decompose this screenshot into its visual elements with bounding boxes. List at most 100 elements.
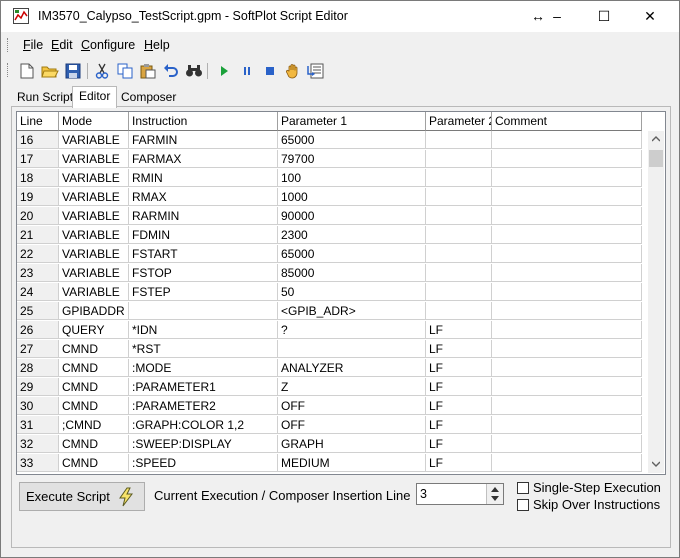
cell-parameter-1[interactable]: 50 bbox=[278, 283, 426, 301]
cell-mode[interactable]: VARIABLE bbox=[59, 245, 129, 263]
cell-parameter-2[interactable] bbox=[426, 169, 492, 187]
tab-composer[interactable]: Composer bbox=[115, 88, 182, 106]
scroll-up-icon[interactable] bbox=[652, 136, 660, 142]
skip-over-checkbox[interactable] bbox=[517, 499, 529, 511]
cell-parameter-2[interactable]: LF bbox=[426, 454, 492, 472]
table-row[interactable]: 22 VARIABLE FSTART 65000 bbox=[17, 245, 642, 264]
spin-up-icon[interactable] bbox=[491, 487, 499, 492]
cell-parameter-1[interactable]: 2300 bbox=[278, 226, 426, 244]
copy-icon[interactable] bbox=[115, 61, 135, 81]
cell-instruction[interactable]: *RST bbox=[129, 340, 278, 358]
column-header-parameter-1[interactable]: Parameter 1 bbox=[278, 112, 426, 131]
cell-line[interactable]: 33 bbox=[17, 454, 59, 472]
cell-parameter-2[interactable] bbox=[426, 283, 492, 301]
cell-comment[interactable] bbox=[492, 150, 642, 168]
table-row[interactable]: 29 CMND:PARAMETER1 Z LF bbox=[17, 378, 642, 397]
table-row[interactable]: 33 CMND:SPEED MEDIUM LF bbox=[17, 454, 642, 473]
undo-icon[interactable] bbox=[161, 61, 181, 81]
cell-line[interactable]: 17 bbox=[17, 150, 59, 168]
stop-icon[interactable] bbox=[260, 61, 280, 81]
cell-comment[interactable] bbox=[492, 226, 642, 244]
cell-mode[interactable]: CMND bbox=[59, 397, 129, 415]
paste-icon[interactable] bbox=[138, 61, 158, 81]
new-file-icon[interactable] bbox=[17, 61, 37, 81]
cell-comment[interactable] bbox=[492, 131, 642, 149]
cell-instruction[interactable]: RMIN bbox=[129, 169, 278, 187]
table-row[interactable]: 27 CMND *RST LF bbox=[17, 340, 642, 359]
tab-editor[interactable]: Editor bbox=[72, 86, 118, 108]
cell-parameter-2[interactable] bbox=[426, 131, 492, 149]
cell-comment[interactable] bbox=[492, 359, 642, 377]
cell-comment[interactable] bbox=[492, 207, 642, 225]
step-icon[interactable] bbox=[306, 61, 326, 81]
cell-mode[interactable]: CMND bbox=[59, 359, 129, 377]
cell-parameter-2[interactable]: LF bbox=[426, 397, 492, 415]
cell-parameter-2[interactable] bbox=[426, 264, 492, 282]
cell-comment[interactable] bbox=[492, 245, 642, 263]
cell-line[interactable]: 23 bbox=[17, 264, 59, 282]
cell-mode[interactable]: VARIABLE bbox=[59, 150, 129, 168]
cell-comment[interactable] bbox=[492, 397, 642, 415]
column-header-line[interactable]: Line bbox=[17, 112, 59, 131]
insertion-line-input[interactable]: 3 bbox=[416, 483, 504, 505]
close-button[interactable]: ✕ bbox=[627, 1, 673, 32]
menu-help[interactable]: Help bbox=[144, 38, 170, 52]
menu-file[interactable]: File bbox=[23, 38, 43, 52]
cell-parameter-2[interactable]: LF bbox=[426, 321, 492, 339]
cell-line[interactable]: 32 bbox=[17, 435, 59, 453]
cell-instruction[interactable]: :SPEED bbox=[129, 454, 278, 472]
tab-run-script[interactable]: Run Script bbox=[11, 88, 79, 106]
cell-parameter-1[interactable]: OFF bbox=[278, 397, 426, 415]
column-header-mode[interactable]: Mode bbox=[59, 112, 129, 131]
cell-instruction[interactable]: RARMIN bbox=[129, 207, 278, 225]
table-row[interactable]: 21 VARIABLE FDMIN 2300 bbox=[17, 226, 642, 245]
cell-comment[interactable] bbox=[492, 302, 642, 320]
open-folder-icon[interactable] bbox=[40, 61, 60, 81]
cut-icon[interactable] bbox=[92, 61, 112, 81]
cell-mode[interactable]: VARIABLE bbox=[59, 131, 129, 149]
cell-line[interactable]: 27 bbox=[17, 340, 59, 358]
run-icon[interactable] bbox=[214, 61, 234, 81]
cell-parameter-2[interactable] bbox=[426, 226, 492, 244]
table-row[interactable]: 24 VARIABLE FSTEP 50 bbox=[17, 283, 642, 302]
cell-line[interactable]: 20 bbox=[17, 207, 59, 225]
cell-instruction[interactable]: FSTART bbox=[129, 245, 278, 263]
cell-mode[interactable]: QUERY bbox=[59, 321, 129, 339]
cell-parameter-1[interactable]: 1000 bbox=[278, 188, 426, 206]
table-row[interactable]: 23 VARIABLE FSTOP 85000 bbox=[17, 264, 642, 283]
cell-mode[interactable]: VARIABLE bbox=[59, 169, 129, 187]
cell-instruction[interactable]: :PARAMETER2 bbox=[129, 397, 278, 415]
table-row[interactable]: 20 VARIABLE RARMIN 90000 bbox=[17, 207, 642, 226]
spin-down-icon[interactable] bbox=[491, 496, 499, 501]
cell-instruction[interactable]: FARMIN bbox=[129, 131, 278, 149]
cell-line[interactable]: 18 bbox=[17, 169, 59, 187]
table-row[interactable]: 16 VARIABLE FARMIN 65000 bbox=[17, 131, 642, 150]
cell-parameter-1[interactable]: Z bbox=[278, 378, 426, 396]
menu-configure[interactable]: Configure bbox=[81, 38, 135, 52]
cell-line[interactable]: 30 bbox=[17, 397, 59, 415]
cell-parameter-2[interactable]: LF bbox=[426, 435, 492, 453]
cell-parameter-2[interactable] bbox=[426, 207, 492, 225]
table-row[interactable]: 28 CMND:MODE ANALYZER LF bbox=[17, 359, 642, 378]
cell-instruction[interactable]: FARMAX bbox=[129, 150, 278, 168]
cell-parameter-2[interactable] bbox=[426, 150, 492, 168]
cell-line[interactable]: 28 bbox=[17, 359, 59, 377]
cell-mode[interactable]: VARIABLE bbox=[59, 226, 129, 244]
cell-mode[interactable]: CMND bbox=[59, 454, 129, 472]
cell-comment[interactable] bbox=[492, 169, 642, 187]
column-header-parameter-2[interactable]: Parameter 2 bbox=[426, 112, 492, 131]
cell-instruction[interactable]: FSTEP bbox=[129, 283, 278, 301]
cell-mode[interactable]: VARIABLE bbox=[59, 283, 129, 301]
cell-mode[interactable]: GPIBADDR bbox=[59, 302, 129, 320]
skip-over-label[interactable]: Skip Over Instructions bbox=[533, 497, 660, 512]
table-row[interactable]: 31 ;CMND:GRAPH:COLOR 1,2 OFF LF bbox=[17, 416, 642, 435]
single-step-label[interactable]: Single-Step Execution bbox=[533, 480, 661, 495]
cell-parameter-1[interactable]: 79700 bbox=[278, 150, 426, 168]
cell-mode[interactable]: VARIABLE bbox=[59, 188, 129, 206]
table-row[interactable]: 26 QUERY *IDN? LF bbox=[17, 321, 642, 340]
cell-line[interactable]: 24 bbox=[17, 283, 59, 301]
cell-line[interactable]: 22 bbox=[17, 245, 59, 263]
execute-script-button[interactable]: Execute Script bbox=[19, 482, 145, 511]
cell-comment[interactable] bbox=[492, 416, 642, 434]
cell-parameter-2[interactable]: LF bbox=[426, 378, 492, 396]
